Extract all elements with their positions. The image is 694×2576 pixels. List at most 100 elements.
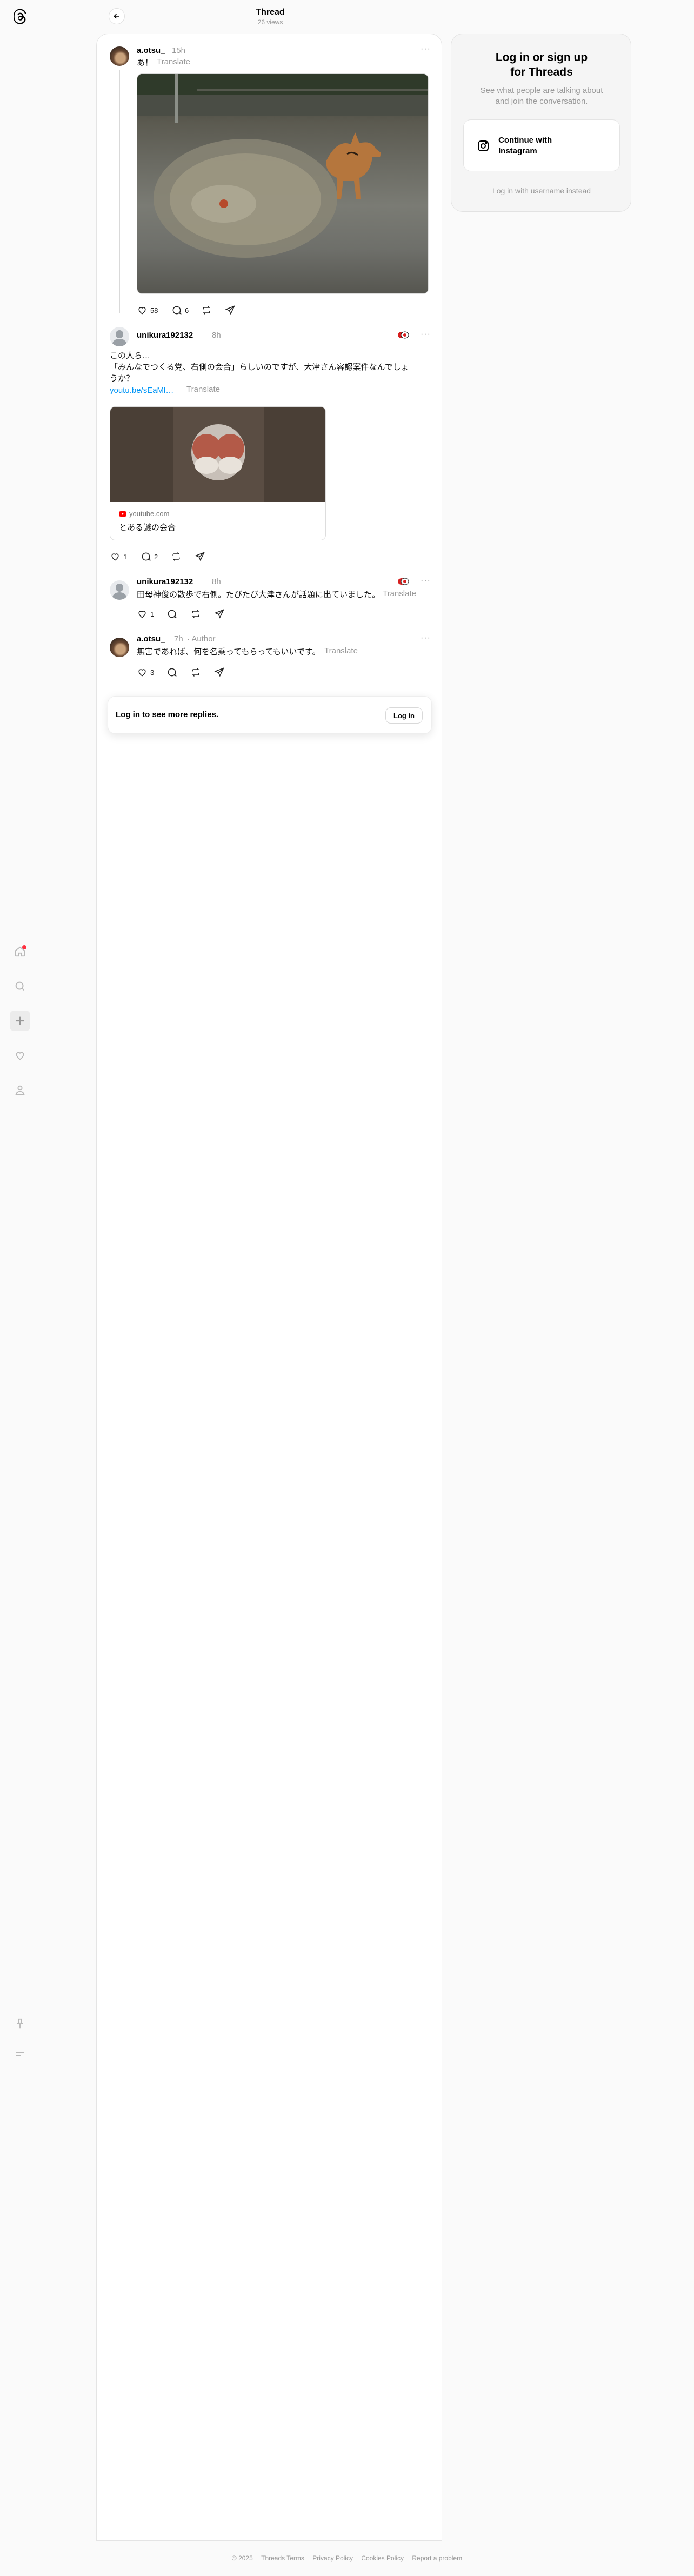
- like-button[interactable]: 1: [137, 608, 154, 619]
- continue-with-instagram-button[interactable]: Continue with Instagram: [463, 119, 620, 171]
- repost-icon[interactable]: [190, 608, 201, 619]
- instagram-button-label: Continue with Instagram: [498, 135, 606, 157]
- heart-icon[interactable]: [10, 1045, 30, 1066]
- repost-icon[interactable]: [201, 305, 212, 316]
- footer-link-terms[interactable]: Threads Terms: [261, 2554, 304, 2562]
- more-options-icon[interactable]: ···: [421, 633, 431, 643]
- avatar[interactable]: [110, 580, 129, 600]
- view-count: 26 views: [257, 18, 283, 26]
- username-login-link[interactable]: Log in with username instead: [451, 186, 632, 195]
- login-button[interactable]: Log in: [385, 707, 423, 724]
- post-text: あ！: [137, 58, 154, 68]
- like-button[interactable]: 3: [137, 667, 154, 678]
- comment-icon: [142, 552, 151, 561]
- side-panel-title: Log in or sign up for Threads: [451, 50, 632, 79]
- post-time[interactable]: 8h: [212, 331, 221, 340]
- side-panel-description: See what people are talking about and jo…: [451, 85, 632, 107]
- post-username[interactable]: a.otsu_: [137, 46, 165, 55]
- title-line: for Threads: [510, 66, 573, 78]
- like-button[interactable]: 58: [137, 305, 158, 316]
- repost-icon[interactable]: [190, 667, 201, 678]
- login-prompt-text: Log in to see more replies.: [116, 710, 219, 719]
- text-line: 「みんなでつくる党、右側の会合」らしいのですが、大津さん容認案件なんでしょ: [110, 363, 409, 372]
- comment-icon[interactable]: [166, 608, 177, 619]
- title-line: Log in or sign up: [495, 51, 588, 64]
- more-options-icon[interactable]: ···: [421, 330, 431, 339]
- notification-dot: [22, 945, 26, 949]
- text-line: うか？: [110, 374, 135, 383]
- post-time[interactable]: 7h: [174, 634, 183, 644]
- instagram-icon: [478, 140, 489, 151]
- post-username[interactable]: unikura192132: [137, 577, 193, 586]
- repost-icon[interactable]: [171, 551, 182, 562]
- reply-button[interactable]: 2: [141, 551, 158, 562]
- page-title: Thread: [256, 8, 285, 17]
- copyright: © 2025: [231, 2554, 253, 2562]
- home-icon[interactable]: [10, 941, 30, 962]
- heart-icon: [138, 611, 146, 618]
- link-title: とある謎の会合: [119, 523, 176, 532]
- author-badge: · Author: [187, 634, 216, 644]
- translate-link[interactable]: Translate: [157, 57, 190, 66]
- post-username[interactable]: unikura192132: [137, 331, 193, 340]
- avatar[interactable]: [110, 327, 129, 346]
- post-image[interactable]: [137, 73, 429, 294]
- youtube-icon: [119, 511, 126, 517]
- comment-icon: [172, 306, 182, 315]
- desc-line: See what people are talking about: [480, 86, 603, 95]
- login-side-panel: Log in or sign up for Threads See what p…: [451, 34, 631, 212]
- dog-photo: [137, 74, 428, 258]
- heart-icon: [138, 669, 146, 677]
- post-time[interactable]: 15h: [172, 46, 185, 55]
- translate-link[interactable]: Translate: [383, 589, 416, 598]
- more-options-icon[interactable]: ···: [421, 576, 431, 586]
- share-icon[interactable]: [225, 305, 236, 316]
- translate-link[interactable]: Translate: [324, 646, 358, 655]
- text-line: この人ら…: [110, 351, 151, 360]
- pin-icon[interactable]: [10, 2013, 30, 2034]
- profile-icon[interactable]: [10, 1080, 30, 1100]
- translate-link[interactable]: Translate: [186, 385, 220, 394]
- like-button[interactable]: 1: [110, 551, 127, 562]
- share-icon[interactable]: [214, 608, 225, 619]
- comment-icon[interactable]: [166, 667, 177, 678]
- like-count: 3: [150, 668, 155, 677]
- post-text: 無害であれば、何を名乗ってもらってもいいです。: [137, 647, 321, 657]
- search-icon[interactable]: [10, 976, 30, 996]
- link-domain: youtube.com: [119, 510, 169, 518]
- thread-line: [119, 70, 120, 313]
- post-username[interactable]: a.otsu_: [137, 634, 165, 644]
- label-line: Continue with: [498, 136, 552, 145]
- link-preview-card[interactable]: youtube.com とある謎の会合: [110, 406, 326, 540]
- login-prompt-bar: Log in to see more replies. Log in: [108, 696, 432, 734]
- avatar[interactable]: [110, 638, 129, 657]
- post-text: この人ら… 「みんなでつくる党、右側の会合」らしいのですが、大津さん容認案件なん…: [110, 350, 423, 384]
- desc-line: and join the conversation.: [495, 97, 588, 106]
- footer: © 2025 Threads Terms Privacy Policy Cook…: [0, 2554, 694, 2562]
- badge-icon: [397, 331, 409, 339]
- reply-count: 6: [185, 306, 189, 315]
- reply-button[interactable]: 6: [171, 305, 189, 316]
- menu-icon[interactable]: [10, 2044, 30, 2064]
- badge-icon: [397, 577, 409, 586]
- post-text: 田母神俊の散歩で右側。たびたび大津さんが話題に出ていました。: [137, 590, 381, 599]
- share-icon[interactable]: [214, 667, 225, 678]
- like-count: 1: [123, 552, 128, 561]
- reply-count: 2: [154, 552, 158, 561]
- heart-icon: [111, 553, 119, 561]
- share-icon[interactable]: [195, 551, 205, 562]
- post-time[interactable]: 8h: [212, 577, 221, 586]
- like-count: 1: [150, 610, 155, 618]
- link-domain-text: youtube.com: [129, 510, 170, 518]
- footer-link-report[interactable]: Report a problem: [412, 2554, 462, 2562]
- footer-link-privacy[interactable]: Privacy Policy: [312, 2554, 353, 2562]
- like-count: 58: [150, 306, 158, 315]
- thumbnail-image: [191, 424, 245, 480]
- label-line: Instagram: [498, 146, 537, 156]
- post-link[interactable]: youtu.be/sEaMl…: [110, 385, 174, 396]
- create-icon[interactable]: [10, 1011, 30, 1031]
- more-options-icon[interactable]: ···: [421, 44, 431, 54]
- avatar[interactable]: [110, 46, 129, 66]
- heart-icon: [138, 307, 146, 315]
- footer-link-cookies[interactable]: Cookies Policy: [361, 2554, 404, 2562]
